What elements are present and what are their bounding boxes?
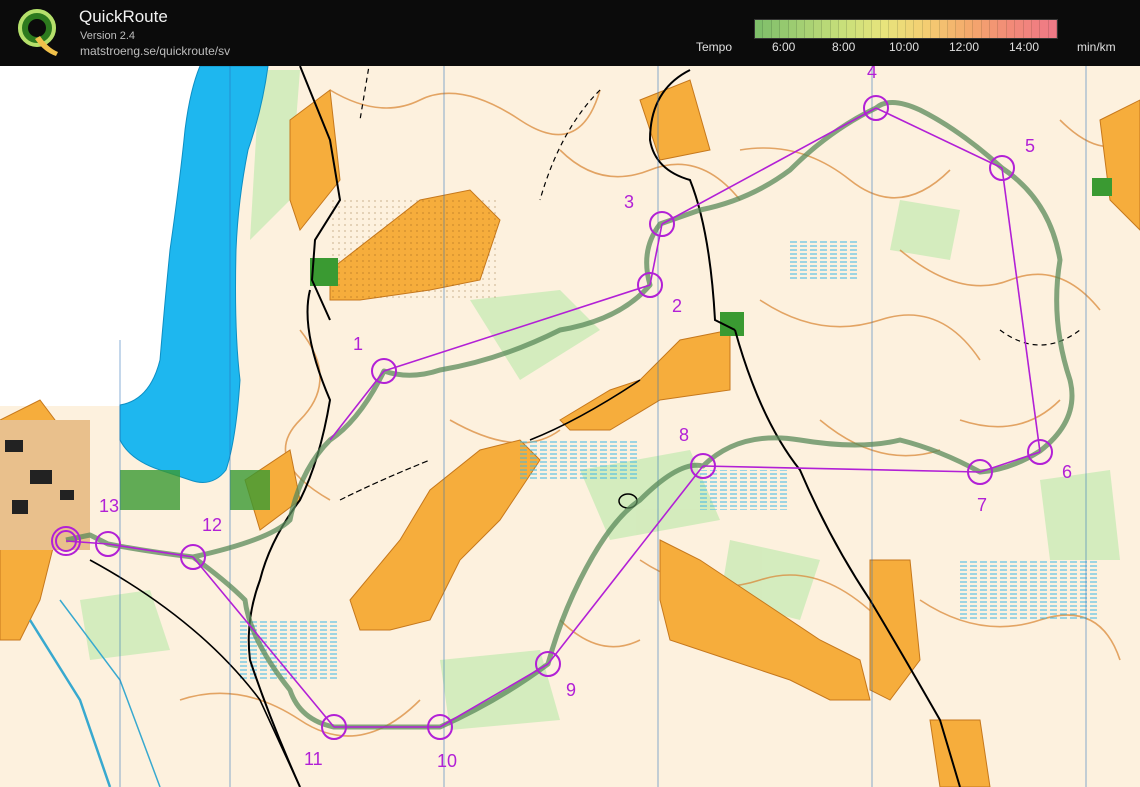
tempo-gradient-segment <box>763 20 772 38</box>
tempo-gradient-segment <box>956 20 965 38</box>
tempo-gradient-segment <box>922 20 932 38</box>
tempo-gradient-segment <box>788 20 797 38</box>
tempo-tick: 14:00 <box>1009 40 1040 54</box>
control-number: 2 <box>672 296 682 316</box>
tempo-gradient-segment <box>947 20 957 38</box>
tempo-gradient-segment <box>780 20 789 38</box>
control-number: 6 <box>1062 462 1072 482</box>
tempo-gradient-segment <box>805 20 814 38</box>
rough-open-dots <box>330 200 500 300</box>
app-header: QuickRoute Version 2.4 matstroeng.se/qui… <box>0 0 1140 66</box>
tempo-gradient-segment <box>1023 20 1032 38</box>
tempo-gradient-segment <box>1031 20 1041 38</box>
control-number: 8 <box>679 425 689 445</box>
tempo-gradient-segment <box>847 20 856 38</box>
tempo-gradient-segment <box>897 20 907 38</box>
tempo-gradient-segment <box>973 20 982 38</box>
tempo-gradient-segment <box>889 20 898 38</box>
tempo-gradient-segment <box>989 20 999 38</box>
tempo-gradient-segment <box>796 20 806 38</box>
control-number: 5 <box>1025 136 1035 156</box>
app-url[interactable]: matstroeng.se/quickroute/sv <box>80 44 230 58</box>
tempo-gradient-segment <box>998 20 1007 38</box>
tempo-gradient-segment <box>872 20 881 38</box>
control-number: 7 <box>977 495 987 515</box>
tempo-unit: min/km <box>1077 40 1116 54</box>
tempo-gradient-segment <box>1015 20 1024 38</box>
tempo-gradient-segment <box>931 20 940 38</box>
control-number: 13 <box>99 496 119 516</box>
tempo-gradient-segment <box>939 20 948 38</box>
control-number: 1 <box>353 334 363 354</box>
tempo-gradient-segment <box>755 20 764 38</box>
tempo-tick: 6:00 <box>772 40 796 54</box>
tempo-gradient-segment <box>771 20 781 38</box>
tempo-gradient-segment <box>964 20 974 38</box>
tempo-gradient-segment <box>880 20 890 38</box>
control-number: 9 <box>566 680 576 700</box>
tempo-gradient-segment <box>1040 20 1049 38</box>
control-number: 12 <box>202 515 222 535</box>
quickroute-viewer: QuickRoute Version 2.4 matstroeng.se/qui… <box>0 0 1140 787</box>
tempo-gradient-segment <box>906 20 915 38</box>
map-canvas[interactable]: 1 2 3 4 5 6 7 8 9 10 11 12 13 <box>0 66 1140 787</box>
tempo-gradient-segment <box>1006 20 1016 38</box>
tempo-gradient-segment <box>864 20 873 38</box>
control-number: 10 <box>437 751 457 771</box>
quickroute-logo-icon <box>18 9 58 56</box>
orienteering-map[interactable]: 1 2 3 4 5 6 7 8 9 10 11 12 13 <box>0 66 1140 787</box>
control-number: 4 <box>867 66 877 82</box>
tempo-tick: 12:00 <box>949 40 980 54</box>
tempo-tick: 8:00 <box>832 40 856 54</box>
tempo-tick: 10:00 <box>889 40 920 54</box>
app-version: Version 2.4 <box>80 30 136 42</box>
control-number: 11 <box>304 749 323 769</box>
tempo-gradient-segment <box>1048 20 1058 38</box>
tempo-gradient-segment <box>855 20 865 38</box>
tempo-gradient-segment <box>822 20 831 38</box>
tempo-gradient-segment <box>830 20 839 38</box>
tempo-gradient-bar <box>754 19 1058 39</box>
app-title: QuickRoute <box>79 7 168 26</box>
tempo-label: Tempo <box>696 40 733 54</box>
tempo-gradient-segment <box>838 20 848 38</box>
tempo-gradient-segment <box>813 20 823 38</box>
tempo-gradient-segment <box>914 20 923 38</box>
tempo-gradient-segment <box>981 20 990 38</box>
control-number: 3 <box>624 192 634 212</box>
